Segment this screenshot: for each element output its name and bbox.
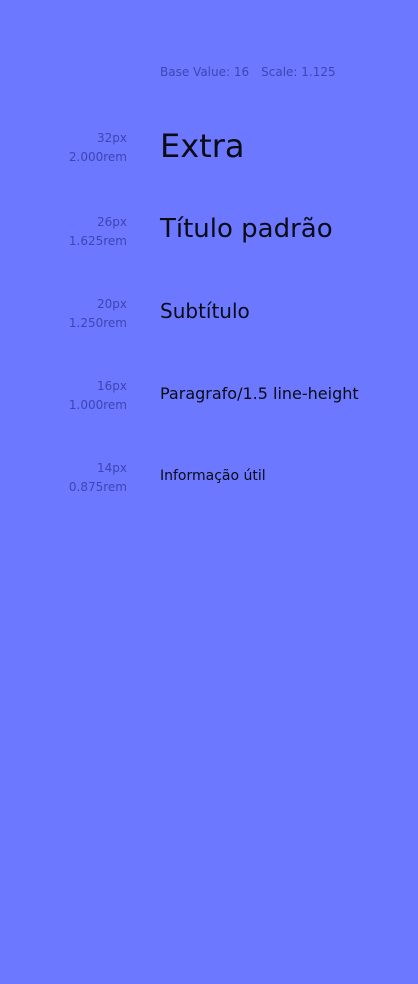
base-value-label: Base Value: 16 — [160, 65, 250, 79]
px-size: 20px — [97, 297, 127, 311]
rem-size: 2.000rem — [68, 150, 127, 164]
size-info: 20px 1.250rem — [0, 295, 127, 333]
type-sample: Subtítulo — [160, 299, 250, 323]
type-sample: Título padrão — [160, 214, 333, 244]
scale-label: Scale: 1.125 — [261, 65, 336, 79]
type-sample: Informação útil — [160, 468, 266, 484]
type-sample: Extra — [160, 127, 245, 165]
type-sample: Paragrafo/1.5 line-height — [160, 384, 359, 403]
size-info: 14px 0.875rem — [0, 459, 127, 497]
scale-info: Base Value: 16 Scale: 1.125 — [160, 65, 336, 79]
px-size: 26px — [97, 215, 127, 229]
size-info: 16px 1.000rem — [0, 377, 127, 415]
px-size: 32px — [97, 131, 127, 145]
type-scale-canvas: { "meta": { "base": "Base Value: 16", "s… — [0, 0, 418, 984]
size-info: 26px 1.625rem — [0, 213, 127, 251]
rem-size: 1.250rem — [68, 316, 127, 330]
px-size: 16px — [97, 379, 127, 393]
rem-size: 1.625rem — [68, 234, 127, 248]
size-info: 32px 2.000rem — [0, 129, 127, 167]
px-size: 14px — [97, 461, 127, 475]
rem-size: 1.000rem — [68, 398, 127, 412]
rem-size: 0.875rem — [68, 480, 127, 494]
